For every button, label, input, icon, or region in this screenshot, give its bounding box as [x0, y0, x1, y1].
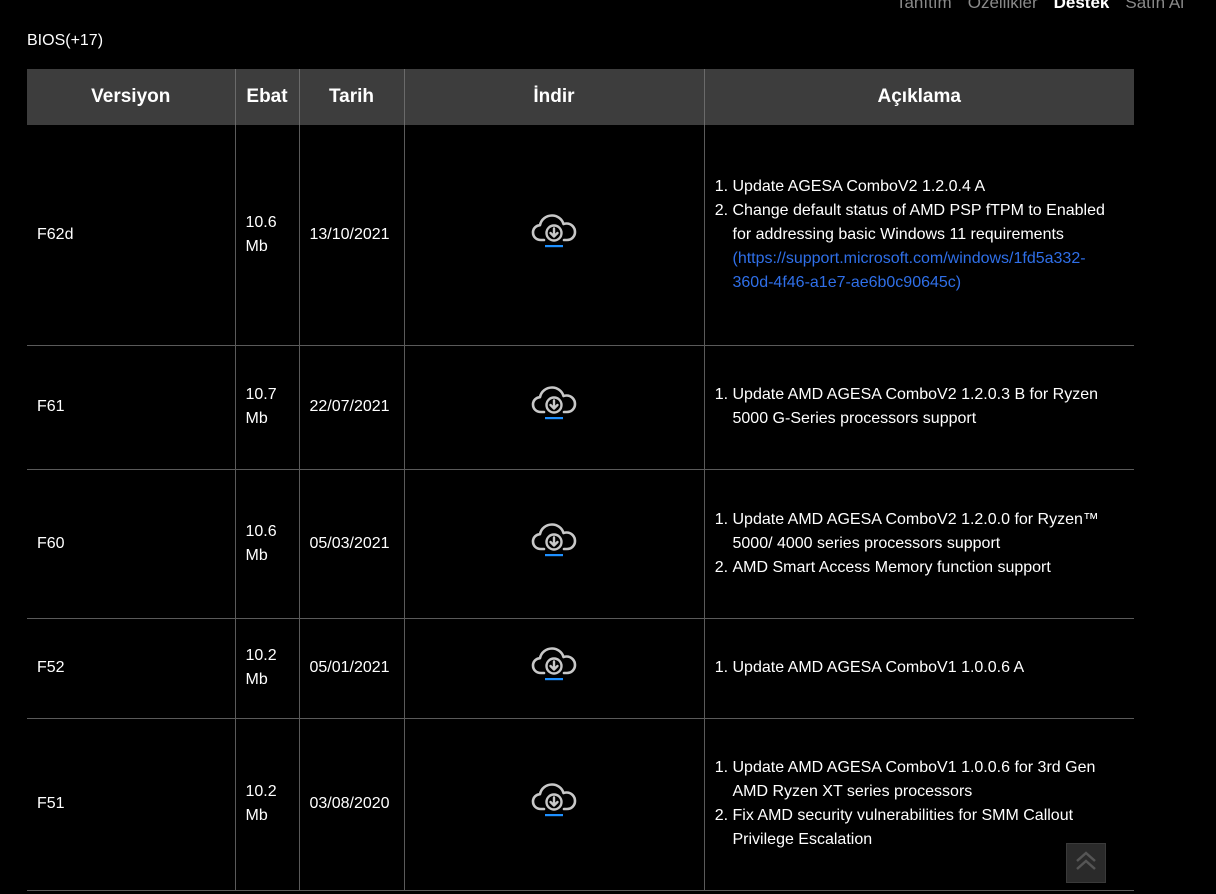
size-cell: 10.2 Mb — [234, 618, 299, 719]
date-cell: 05/01/2021 — [298, 618, 404, 719]
nav-item-tanitim[interactable]: Tanıtım — [896, 0, 952, 13]
download-cell — [403, 345, 704, 470]
desc-text: AMD Smart Access Memory function support — [732, 558, 1051, 576]
bios-table: Versiyon Ebat Tarih İndir Açıklama F62d 1… — [27, 69, 1134, 891]
size-cell: 10.6 Mb — [234, 469, 299, 619]
desc-text: Update AMD AGESA ComboV2 1.2.0.0 for Ryz… — [732, 510, 1099, 552]
cloud-download-icon[interactable] — [531, 645, 577, 691]
description-cell: Update AMD AGESA ComboV1 1.0.0.6 A — [703, 618, 1134, 719]
cloud-download-icon[interactable] — [531, 781, 577, 827]
version-cell: F52 — [27, 618, 235, 719]
table-header-row: Versiyon Ebat Tarih İndir Açıklama — [27, 69, 1134, 125]
desc-item: Update AMD AGESA ComboV1 1.0.0.6 A — [733, 656, 1125, 680]
download-cell — [403, 125, 704, 346]
section-title[interactable]: BIOS(+17) — [27, 32, 103, 50]
back-to-top-button[interactable] — [1066, 843, 1106, 883]
description-list: Update AMD AGESA ComboV1 1.0.0.6 for 3rd… — [715, 756, 1125, 852]
nav-item-destek[interactable]: Destek — [1054, 0, 1110, 13]
size-cell: 10.6 Mb — [234, 125, 299, 346]
date-cell: 05/03/2021 — [298, 469, 404, 619]
header-date: Tarih — [298, 69, 404, 125]
size-unit: Mb — [245, 807, 268, 824]
version-cell: F62d — [27, 125, 235, 346]
download-cell — [403, 718, 704, 891]
table-row: F61 10.7 Mb 22/07/2021 Update AMD AGESA Comb… — [27, 345, 1134, 470]
cloud-download-icon[interactable] — [531, 521, 577, 567]
version-cell: F51 — [27, 718, 235, 891]
desc-text: Update AGESA ComboV2 1.2.0.4 A — [732, 177, 986, 195]
size-unit: Mb — [245, 237, 268, 255]
size-value: 10.2 — [245, 647, 277, 664]
date-cell: 13/10/2021 — [298, 125, 404, 346]
description-list: Update AMD AGESA ComboV2 1.2.0.3 B for R… — [715, 383, 1125, 431]
top-nav: Tanıtım Özellikler Destek Satın Al — [896, 0, 1184, 13]
size-unit: Mb — [245, 546, 268, 564]
size-cell: 10.7 Mb — [234, 345, 299, 470]
size-value: 10.7 — [245, 386, 277, 403]
description-cell: Update AGESA ComboV2 1.2.0.4 A Change def… — [703, 125, 1134, 346]
description-list: Update AGESA ComboV2 1.2.0.4 A Change def… — [715, 175, 1125, 295]
desc-item: Update AMD AGESA ComboV1 1.0.0.6 for 3rd… — [733, 756, 1125, 804]
cloud-download-icon[interactable] — [531, 212, 577, 258]
desc-item: Update AGESA ComboV2 1.2.0.4 A — [733, 175, 1125, 199]
date-cell: 03/08/2020 — [298, 718, 404, 891]
header-version: Versiyon — [27, 69, 235, 125]
cloud-download-icon[interactable] — [531, 384, 577, 430]
desc-text: Update AMD AGESA ComboV1 1.0.0.6 for 3rd… — [732, 759, 1096, 800]
desc-text: Fix AMD security vulnerabilities for SMM… — [732, 807, 1074, 848]
download-cell — [403, 469, 704, 619]
microsoft-support-link[interactable]: (https://support.microsoft.com/windows/1… — [733, 250, 1086, 291]
date-cell: 22/07/2021 — [298, 345, 404, 470]
header-download: İndir — [403, 69, 704, 125]
size-value: 10.6 — [245, 522, 277, 540]
table-row: F52 10.2 Mb 05/01/2021 Update AMD AGESA Comb… — [27, 618, 1134, 719]
table-row: F60 10.6 Mb 05/03/2021 Update AMD AGESA Comb… — [27, 469, 1134, 619]
nav-item-ozellikler[interactable]: Özellikler — [968, 0, 1038, 13]
nav-item-satin-al[interactable]: Satın Al — [1125, 0, 1184, 13]
description-list: Update AMD AGESA ComboV1 1.0.0.6 A — [715, 656, 1125, 680]
desc-item: Change default status of AMD PSP fTPM to… — [733, 199, 1125, 295]
size-value: 10.2 — [245, 783, 277, 800]
desc-item: Update AMD AGESA ComboV2 1.2.0.3 B for R… — [733, 383, 1125, 431]
desc-text: Change default status of AMD PSP fTPM to… — [732, 201, 1105, 243]
download-cell — [403, 618, 704, 719]
size-value: 10.6 — [245, 213, 277, 231]
header-size: Ebat — [234, 69, 299, 125]
description-cell: Update AMD AGESA ComboV2 1.2.0.0 for Ryz… — [703, 469, 1134, 619]
desc-item: AMD Smart Access Memory function support — [733, 556, 1125, 580]
table-row: F51 10.2 Mb 03/08/2020 Update AMD AGESA Comb… — [27, 718, 1134, 891]
table-row: F62d 10.6 Mb 13/10/2021 Update AGESA ComboV2… — [27, 125, 1134, 346]
size-unit: Mb — [245, 671, 268, 688]
desc-text: Update AMD AGESA ComboV1 1.0.0.6 A — [732, 659, 1025, 676]
desc-text: Update AMD AGESA ComboV2 1.2.0.3 B for R… — [732, 386, 1099, 427]
double-chevron-up-icon — [1073, 848, 1099, 879]
size-unit: Mb — [245, 410, 268, 427]
version-cell: F60 — [27, 469, 235, 619]
size-cell: 10.2 Mb — [234, 718, 299, 891]
desc-item: Update AMD AGESA ComboV2 1.2.0.0 for Ryz… — [733, 508, 1125, 556]
header-description: Açıklama — [703, 69, 1134, 125]
description-cell: Update AMD AGESA ComboV2 1.2.0.3 B for R… — [703, 345, 1134, 470]
version-cell: F61 — [27, 345, 235, 470]
description-list: Update AMD AGESA ComboV2 1.2.0.0 for Ryz… — [715, 508, 1125, 580]
